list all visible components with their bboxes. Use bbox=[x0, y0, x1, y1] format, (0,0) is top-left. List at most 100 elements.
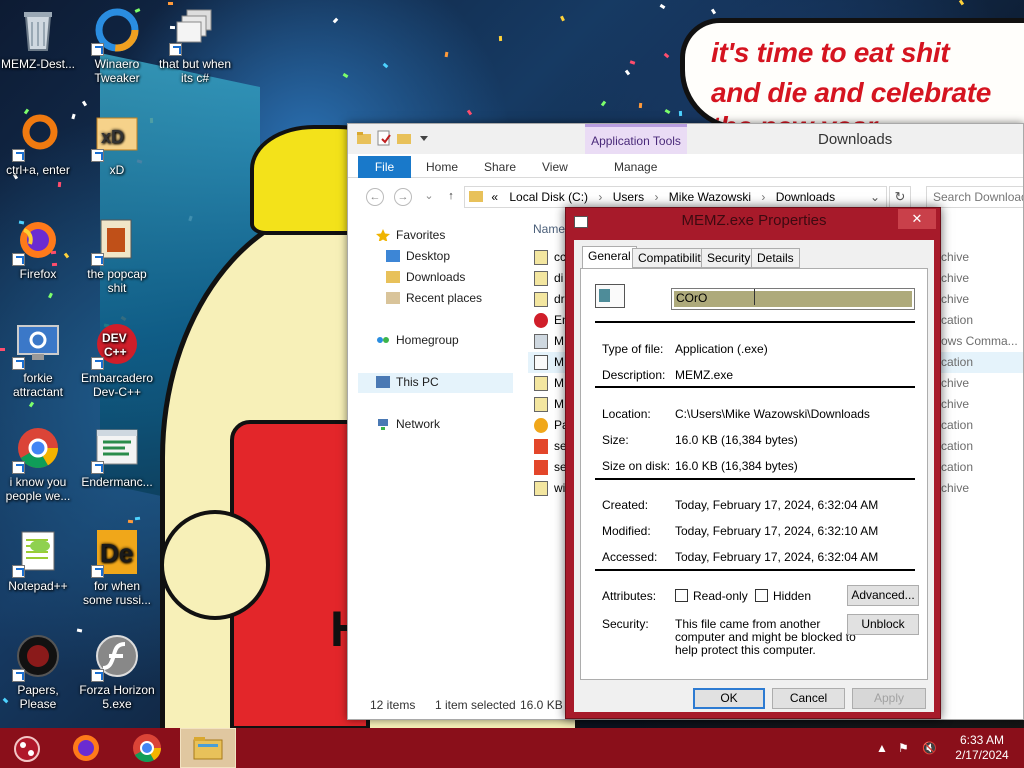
explorer-titlebar[interactable]: Application Tools Downloads bbox=[348, 124, 1023, 177]
nav-item-desktop[interactable]: Desktop bbox=[386, 249, 450, 263]
ribbon-tabs: File Home Share View Manage bbox=[348, 154, 1023, 178]
customize-qat-icon[interactable] bbox=[416, 130, 432, 146]
confetti-piece bbox=[167, 1, 174, 6]
properties-dialog[interactable]: MEMZ.exe Properties ✕ General Compatibil… bbox=[565, 207, 941, 719]
shortcut-arrow-icon bbox=[91, 357, 104, 370]
readonly-checkbox[interactable] bbox=[675, 589, 688, 602]
firefox-icon bbox=[12, 216, 62, 266]
desktop-icon-forza[interactable]: Forza Horizon 5.exe bbox=[79, 632, 155, 711]
address-bar[interactable]: « Local Disk (C:) › Users › Mike Wazowsk… bbox=[464, 186, 887, 208]
desktop-icon bbox=[386, 250, 400, 262]
forward-button[interactable]: → bbox=[394, 188, 412, 206]
tab-file[interactable]: File bbox=[358, 156, 411, 178]
desktop-icon-ctrl-a[interactable]: ctrl+a, enter bbox=[0, 112, 76, 177]
tab-share[interactable]: Share bbox=[484, 160, 516, 174]
desktop-icon-label: Papers, Please bbox=[17, 683, 59, 711]
modified-value: Today, February 17, 2024, 6:32:10 AM bbox=[675, 524, 879, 538]
up-button[interactable]: ↑ bbox=[442, 188, 460, 206]
desktop-icon-label: for when some russi... bbox=[82, 579, 151, 607]
desktop-icon-firefox[interactable]: Firefox bbox=[0, 216, 76, 281]
nav-item-recent[interactable]: Recent places bbox=[386, 291, 482, 305]
flash-icon bbox=[91, 632, 141, 682]
show-hidden-icons[interactable]: ▲ bbox=[876, 741, 888, 755]
start-button[interactable] bbox=[0, 728, 56, 768]
text-cursor-icon bbox=[754, 289, 755, 305]
nav-item-network[interactable]: Network bbox=[376, 417, 440, 431]
firefox-icon bbox=[73, 735, 99, 761]
hidden-checkbox[interactable] bbox=[755, 589, 768, 602]
star-icon bbox=[376, 229, 390, 241]
search-input[interactable]: Search Downloads bbox=[926, 186, 1023, 208]
new-folder-icon[interactable] bbox=[396, 130, 412, 146]
desktop-icon-xd[interactable]: xD xD bbox=[79, 112, 155, 177]
refresh-button[interactable]: ↻ bbox=[889, 186, 911, 208]
cancel-button[interactable]: Cancel bbox=[772, 688, 845, 709]
apply-button[interactable]: Apply bbox=[852, 688, 926, 709]
confetti-piece bbox=[342, 72, 349, 79]
volume-muted-icon[interactable]: 🔇 bbox=[922, 741, 937, 755]
taskbar-file-explorer[interactable] bbox=[180, 728, 236, 768]
taskbar-clock[interactable]: 6:33 AM 2/17/2024 bbox=[946, 733, 1018, 763]
security-text-line-1: This file came from another bbox=[675, 617, 821, 631]
desktop-icon-memz[interactable]: MEMZ-Dest... bbox=[0, 6, 76, 71]
address-dropdown-icon[interactable]: ⌄ bbox=[870, 187, 880, 207]
back-button[interactable]: ← bbox=[366, 188, 384, 206]
nav-item-homegroup[interactable]: Homegroup bbox=[376, 333, 459, 347]
chrome-icon bbox=[133, 734, 161, 762]
notepadpp-icon bbox=[12, 528, 62, 578]
desktop-icon-winaero[interactable]: Winaero Tweaker bbox=[79, 6, 155, 85]
tab-security[interactable]: Security bbox=[701, 248, 757, 268]
confetti-piece bbox=[659, 3, 666, 10]
folder-icon[interactable] bbox=[356, 130, 372, 146]
breadcrumb-downloads[interactable]: Downloads bbox=[776, 190, 835, 204]
desktop-icon-label: Endermanc... bbox=[81, 475, 153, 489]
desktop-icon-label: Notepad++ bbox=[8, 579, 68, 593]
nav-item-this-pc[interactable]: This PC bbox=[376, 375, 439, 389]
readonly-label[interactable]: Read-only bbox=[693, 589, 748, 603]
desktop-icon-forkie[interactable]: forkie attractant bbox=[0, 320, 76, 399]
tab-home[interactable]: Home bbox=[426, 160, 458, 174]
file-name: di bbox=[554, 271, 564, 285]
breadcrumb-local-disk[interactable]: Local Disk (C:) bbox=[509, 190, 588, 204]
general-tab-page: COrO Type of file: Application (.exe) De… bbox=[580, 268, 928, 680]
nav-label: This PC bbox=[396, 375, 439, 389]
desktop-icon-chrome[interactable]: i know you people we... bbox=[0, 424, 76, 503]
file-name-field[interactable]: COrO bbox=[671, 288, 915, 310]
advanced-button[interactable]: Advanced... bbox=[847, 585, 919, 606]
tab-view[interactable]: View bbox=[542, 160, 568, 174]
confetti-piece bbox=[498, 35, 503, 42]
hidden-label[interactable]: Hidden bbox=[773, 589, 811, 603]
nav-item-downloads[interactable]: Downloads bbox=[386, 270, 465, 284]
breadcrumb-user[interactable]: Mike Wazowski bbox=[669, 190, 751, 204]
close-button[interactable]: ✕ bbox=[898, 209, 936, 229]
archive-icon bbox=[534, 250, 548, 265]
taskbar-firefox[interactable] bbox=[58, 728, 114, 768]
properties-icon[interactable] bbox=[376, 130, 392, 146]
taskbar-chrome[interactable] bbox=[119, 728, 175, 768]
file-name: M bbox=[554, 355, 564, 369]
nav-item-favorites[interactable]: Favorites bbox=[376, 228, 445, 242]
tab-general[interactable]: General bbox=[582, 246, 637, 269]
confetti-piece bbox=[28, 401, 35, 408]
desktop-icon-label: Embarcadero Dev-C++ bbox=[80, 371, 154, 399]
desktop-icon-endermanch[interactable]: Endermanc... bbox=[79, 424, 155, 489]
desktop-icon-devcpp[interactable]: DEV C++ Embarcadero Dev-C++ bbox=[79, 320, 155, 399]
ok-button[interactable]: OK bbox=[693, 688, 765, 709]
desktop-icon-de[interactable]: De for when some russi... bbox=[79, 528, 155, 607]
devcpp-icon bbox=[534, 313, 548, 328]
address-overflow[interactable]: « bbox=[491, 190, 498, 204]
desktop-icon-notepadpp[interactable]: Notepad++ bbox=[0, 528, 76, 593]
tab-details[interactable]: Details bbox=[751, 248, 800, 268]
unblock-button[interactable]: Unblock bbox=[847, 614, 919, 635]
desktop-icon-papers-please[interactable]: Papers, Please bbox=[0, 632, 76, 711]
breadcrumb-users[interactable]: Users bbox=[613, 190, 644, 204]
clock-date: 2/17/2024 bbox=[955, 748, 1009, 762]
desktop-icon-csharp[interactable]: that but when its c# bbox=[157, 6, 233, 85]
tab-manage[interactable]: Manage bbox=[614, 160, 657, 174]
column-header-name[interactable]: Name bbox=[533, 222, 565, 236]
devcpp-icon: DEV C++ bbox=[91, 320, 141, 370]
desktop-icon-popcap[interactable]: the popcap shit bbox=[79, 216, 155, 295]
cartoon-hand bbox=[160, 510, 270, 620]
recent-locations-chevron-icon[interactable]: ⌄ bbox=[420, 188, 438, 206]
network-tray-icon[interactable]: ⚑ bbox=[898, 741, 909, 755]
